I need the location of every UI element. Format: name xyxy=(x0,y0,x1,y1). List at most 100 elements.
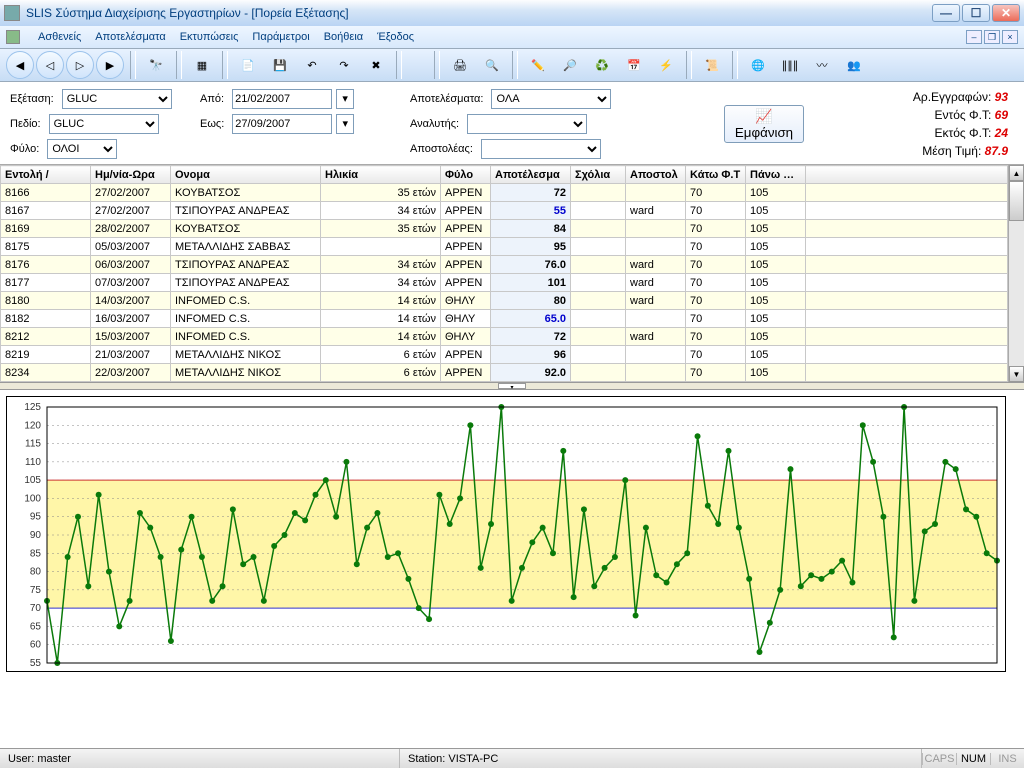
results-select[interactable]: ΟΛΑ xyxy=(491,89,611,109)
field-select[interactable]: GLUC xyxy=(49,114,159,134)
nav-back-icon[interactable]: ◀ xyxy=(6,51,34,79)
close-button[interactable]: ✕ xyxy=(992,4,1020,22)
column-header[interactable]: Σχόλια xyxy=(571,166,626,184)
print-icon[interactable]: 🖨 xyxy=(446,51,474,79)
table-row[interactable]: 816727/02/2007ΤΣΙΠΟΥΡΑΣ ΑΝΔΡΕΑΣ34 ετώνΑΡ… xyxy=(1,202,1008,220)
from-date[interactable] xyxy=(232,89,332,109)
column-header[interactable]: Αποτέλεσμα xyxy=(491,166,571,184)
menu-item[interactable]: Έξοδος xyxy=(377,31,414,43)
undo-icon[interactable]: ↶ xyxy=(298,51,326,79)
calendar-icon[interactable]: 📅 xyxy=(620,51,648,79)
search-icon[interactable]: 🔎 xyxy=(556,51,584,79)
mdi-restore[interactable]: ❐ xyxy=(984,30,1000,44)
table-row[interactable]: 816928/02/2007ΚΟΥΒΑΤΣΟΣ35 ετώνΑΡΡΕΝ84701… xyxy=(1,220,1008,238)
svg-text:85: 85 xyxy=(30,548,42,559)
to-date[interactable] xyxy=(232,114,332,134)
column-header[interactable]: Ηλικία xyxy=(321,166,441,184)
show-button[interactable]: 📈 Εμφάνιση xyxy=(724,105,804,143)
svg-text:95: 95 xyxy=(30,512,42,523)
exam-select[interactable]: GLUC xyxy=(62,89,172,109)
exam-label: Εξέταση: xyxy=(10,93,58,105)
table-row[interactable]: 817606/03/2007ΤΣΙΠΟΥΡΑΣ ΑΝΔΡΕΑΣ34 ετώνΑΡ… xyxy=(1,256,1008,274)
column-header[interactable]: Ημ/νία-Ωρα xyxy=(91,166,171,184)
edit-icon[interactable]: ✏️ xyxy=(524,51,552,79)
vertical-scrollbar[interactable]: ▲ ▼ xyxy=(1008,165,1024,382)
sex-select[interactable]: ΟΛΟΙ xyxy=(47,139,117,159)
table-row[interactable]: 817505/03/2007ΜΕΤΑΛΛΙΔΗΣ ΣΑΒΒΑΣΑΡΡΕΝ9570… xyxy=(1,238,1008,256)
cert-icon[interactable]: 📜 xyxy=(698,51,726,79)
menu-item[interactable]: Παράμετροι xyxy=(252,31,309,43)
table-row[interactable]: 823422/03/2007ΜΕΤΑΛΛΙΔΗΣ ΝΙΚΟΣ6 ετώνΑΡΡΕ… xyxy=(1,364,1008,382)
column-header[interactable]: Πάνω Φ.Τ xyxy=(746,166,806,184)
table-row[interactable]: 818216/03/2007INFOMED C.S.14 ετώνΘΗΛΥ65.… xyxy=(1,310,1008,328)
trend-chart[interactable]: 556065707580859095100105110115120125 xyxy=(6,396,1006,672)
menu-item[interactable]: Ασθενείς xyxy=(38,31,81,43)
menu-item[interactable]: Εκτυπώσεις xyxy=(180,31,239,43)
table-row[interactable]: 821215/03/2007INFOMED C.S.14 ετώνΘΗΛΥ72w… xyxy=(1,328,1008,346)
menu-bar: Ασθενείς Αποτελέσματα Εκτυπώσεις Παράμετ… xyxy=(0,26,1024,48)
results-table-wrap: Εντολή /Ημ/νία-ΩραΟνομαΗλικίαΦύλοΑποτέλε… xyxy=(0,164,1024,382)
scroll-up-icon[interactable]: ▲ xyxy=(1009,165,1024,181)
table-row[interactable]: 818014/03/2007INFOMED C.S.14 ετώνΘΗΛΥ80w… xyxy=(1,292,1008,310)
svg-text:55: 55 xyxy=(30,658,42,669)
num-indicator: NUM xyxy=(956,753,990,765)
column-header[interactable]: Φύλο xyxy=(441,166,491,184)
sender-select[interactable] xyxy=(481,139,601,159)
mdi-minimize[interactable]: – xyxy=(966,30,982,44)
barcode-icon[interactable]: ∥∥∥ xyxy=(776,51,804,79)
table-row[interactable]: 817707/03/2007ΤΣΙΠΟΥΡΑΣ ΑΝΔΡΕΑΣ34 ετώνΑΡ… xyxy=(1,274,1008,292)
svg-text:125: 125 xyxy=(24,402,41,413)
column-header[interactable]: Ονομα xyxy=(171,166,321,184)
svg-text:110: 110 xyxy=(25,457,41,468)
svg-text:80: 80 xyxy=(30,567,42,578)
new-icon[interactable]: 📄 xyxy=(234,51,262,79)
menu-item[interactable]: Αποτελέσματα xyxy=(95,31,165,43)
save-icon[interactable]: 💾 xyxy=(266,51,294,79)
delete-icon[interactable]: ✖ xyxy=(362,51,390,79)
status-station: VISTA-PC xyxy=(448,753,498,765)
minimize-button[interactable]: — xyxy=(932,4,960,22)
svg-text:75: 75 xyxy=(30,585,42,596)
titlebar: SLIS Σύστημα Διαχείρισης Εργαστηρίων - [… xyxy=(0,0,1024,26)
svg-text:115: 115 xyxy=(25,439,41,450)
sender-label: Αποστολέας: xyxy=(410,143,477,155)
quick-icon[interactable]: ⚡ xyxy=(652,51,680,79)
menu-item[interactable]: Βοήθεια xyxy=(324,31,363,43)
chart-icon: 📈 xyxy=(755,108,772,125)
results-table[interactable]: Εντολή /Ημ/νία-ΩραΟνομαΗλικίαΦύλοΑποτέλε… xyxy=(0,165,1008,382)
users-icon[interactable]: 👥 xyxy=(840,51,868,79)
table-row[interactable]: 816627/02/2007ΚΟΥΒΑΤΣΟΣ35 ετώνΑΡΡΕΝ72701… xyxy=(1,184,1008,202)
column-header[interactable]: Αποστολ xyxy=(626,166,686,184)
nav-fwd-icon[interactable]: ▶ xyxy=(96,51,124,79)
svg-text:65: 65 xyxy=(30,621,42,632)
window-title: SLIS Σύστημα Διαχείρισης Εργαστηρίων - [… xyxy=(26,6,349,20)
maximize-button[interactable]: ☐ xyxy=(962,4,990,22)
analyzer-label: Αναλυτής: xyxy=(410,118,463,130)
nav-back2-icon[interactable]: ◁ xyxy=(36,51,64,79)
app-icon xyxy=(4,5,20,21)
ins-indicator: INS xyxy=(990,753,1024,765)
results-label: Αποτελέσματα: xyxy=(410,93,487,105)
grid-icon[interactable]: ▦ xyxy=(188,51,216,79)
sex-label: Φύλο: xyxy=(10,143,43,155)
calendar-to-icon[interactable]: ▾ xyxy=(336,114,354,134)
svg-text:120: 120 xyxy=(24,420,41,431)
svg-text:90: 90 xyxy=(30,530,42,541)
refresh-icon[interactable]: ♻️ xyxy=(588,51,616,79)
link-icon[interactable]: 〰 xyxy=(808,51,836,79)
splitter[interactable]: ▾ xyxy=(0,382,1024,390)
calendar-from-icon[interactable]: ▾ xyxy=(336,89,354,109)
svg-text:100: 100 xyxy=(24,493,41,504)
binoculars-icon[interactable]: 🔭 xyxy=(142,51,170,79)
analyzer-select[interactable] xyxy=(467,114,587,134)
globe-icon[interactable]: 🌐 xyxy=(744,51,772,79)
preview-icon[interactable]: 🔍 xyxy=(478,51,506,79)
status-bar: User: master Station: VISTA-PC CAPS NUM … xyxy=(0,748,1024,768)
table-row[interactable]: 821921/03/2007ΜΕΤΑΛΛΙΔΗΣ ΝΙΚΟΣ6 ετώνΑΡΡΕ… xyxy=(1,346,1008,364)
column-header[interactable]: Εντολή / xyxy=(1,166,91,184)
column-header[interactable]: Κάτω Φ.Τ xyxy=(686,166,746,184)
nav-fwd2-icon[interactable]: ▷ xyxy=(66,51,94,79)
mdi-close[interactable]: × xyxy=(1002,30,1018,44)
scroll-down-icon[interactable]: ▼ xyxy=(1009,366,1024,382)
redo-icon[interactable]: ↷ xyxy=(330,51,358,79)
